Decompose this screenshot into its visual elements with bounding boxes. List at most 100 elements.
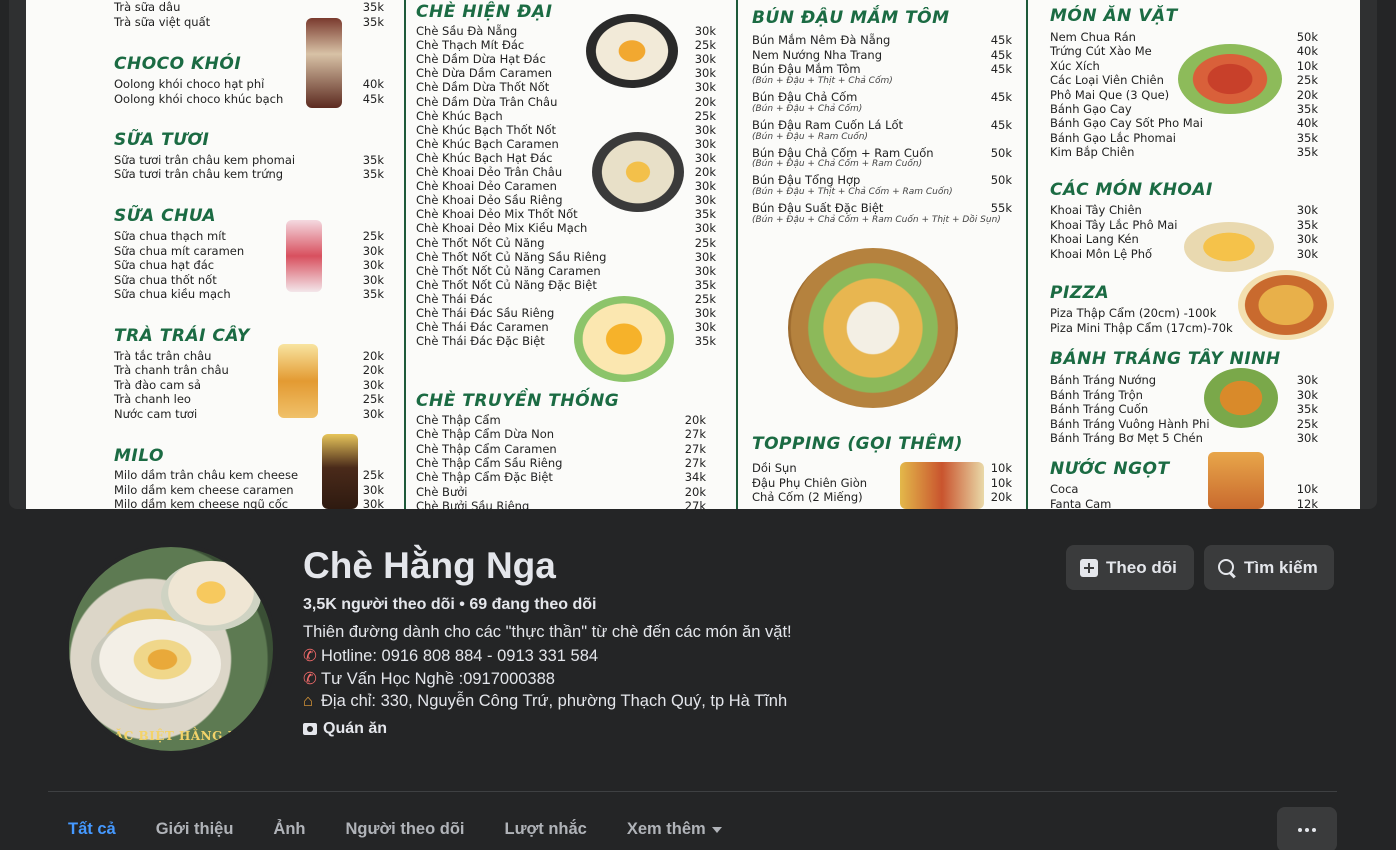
avatar-caption: ĐẶC BIỆT HẰNG NGA — [103, 729, 260, 743]
drink-photo — [322, 434, 358, 509]
page-title: Chè Hằng Nga — [303, 545, 556, 586]
section-title: SỮA TƯƠI — [114, 130, 210, 150]
menu-item: Chè Dầm Dừa Hạt Đác 30k — [416, 52, 716, 67]
menu-item: Chè Thập Cẩm Đặc Biệt 34k — [416, 470, 706, 485]
menu-item: Chè Thập Cẩm Sầu Riêng 27k — [416, 455, 706, 470]
menu-item: Sữa chua thạch mít 25k — [114, 229, 384, 243]
menu-item-note: (Bún + Đậu + Thịt + Chả Cốm + Ram Cuốn) — [752, 186, 953, 197]
menu-item: Bánh Gạo Lắc Phomai 35k — [1050, 130, 1318, 145]
menu-item: Sữa tươi trân châu kem phomai 35k — [114, 153, 384, 167]
section-title: BÁNH TRÁNG TÂY NINH — [1050, 349, 1281, 369]
menu-item: Phô Mai Que (3 Que) 20k — [1050, 87, 1318, 102]
menu-item: Bún Đậu Tổng Hợp 50k — [752, 173, 1012, 188]
section-title: BÚN ĐẬU MẮM TÔM — [752, 8, 950, 28]
chevron-down-icon — [711, 826, 722, 833]
menu-item: Chè Thái Đác Đặc Biệt 35k — [416, 334, 716, 349]
tab-label: Người theo dõi — [345, 820, 465, 838]
menu-item: Bún Mắm Nêm Đà Nẵng 45k — [752, 33, 1012, 47]
menu-item: Xúc Xích 10k — [1050, 58, 1318, 73]
menu-item: Bánh Tráng Bơ Mẹt 5 Chén 30k — [1050, 431, 1318, 446]
menu-item: Bánh Gạo Cay Sốt Pho Mai 40k — [1050, 116, 1318, 131]
menu-item: Trứng Cút Xào Me 40k — [1050, 44, 1318, 59]
dot-icon — [1305, 827, 1309, 832]
menu-item: Chè Thốt Nốt Củ Năng Sầu Riêng 30k — [416, 249, 716, 264]
page-category: Quán ăn — [303, 720, 387, 738]
menu-column-che: CHÈ HIỆN ĐẠI CHÈ TRUYỀN THỐNG Chè Sầu Đà… — [406, 0, 738, 509]
menu-item: Nem Nướng Nha Trang 45k — [752, 47, 1012, 62]
menu-item: Chả Cốm (2 Miếng) 20k — [752, 490, 1012, 504]
more-options-button[interactable] — [1277, 807, 1337, 850]
menu-item: Piza Thập Cẩm (20cm) -100k — [1050, 306, 1217, 320]
section-title: CÁC MÓN KHOAI — [1050, 180, 1213, 200]
phone-icon: ✆ — [303, 647, 317, 665]
address-text: Địa chỉ: 330, Nguyễn Công Trứ, phường Th… — [321, 692, 788, 710]
menu-item: Sữa tươi trân châu kem trứng 35k — [114, 167, 384, 181]
menu-item: Chè Sầu Đà Nẵng 30k — [416, 24, 716, 38]
menu-item: Bánh Tráng Cuốn 35k — [1050, 402, 1318, 417]
search-button[interactable]: Tìm kiếm — [1204, 545, 1334, 590]
tab-followers[interactable]: Người theo dõi — [326, 808, 485, 850]
drink-photo — [278, 344, 318, 418]
menu-item: Fanta Cam 12k — [1050, 496, 1318, 510]
menu-item-note: (Bún + Đậu + Chả Cốm + Ram Cuốn + Thịt +… — [752, 214, 1001, 225]
drink-photo — [306, 18, 342, 108]
tab-label: Ảnh — [273, 820, 306, 838]
tab-more[interactable]: Xem thêm — [607, 808, 742, 850]
menu-item: Chè Thập Cẩm 20k — [416, 413, 706, 427]
tab-photos[interactable]: Ảnh — [253, 808, 325, 850]
menu-item: Chè Thập Cẩm Dừa Non 27k — [416, 427, 706, 442]
menu-column-bun-dau: BÚN ĐẬU MẮM TÔM TOPPING (GỌI THÊM) Bún M… — [738, 0, 1028, 509]
menu-item: Chè Khoai Dẻo Mix Kiều Mạch 30k — [416, 221, 716, 236]
menu-item: Trà chanh trân châu 20k — [114, 363, 384, 377]
menu-item: Đậu Phụ Chiên Giòn 10k — [752, 475, 1012, 490]
hotline-text: Hotline: 0916 808 884 - 0913 331 584 — [321, 647, 599, 665]
menu-item: Khoai Môn Lệ Phố 30k — [1050, 247, 1318, 262]
tab-about[interactable]: Giới thiệu — [136, 808, 254, 850]
followers-count[interactable]: 3,5K người theo dõi • 69 đang theo dõi — [303, 596, 596, 614]
menu-item: Sữa chua mít caramen 30k — [114, 244, 384, 258]
menu-item: Bún Đậu Chả Cốm 45k — [752, 90, 1012, 105]
menu-item: Chè Dầm Dừa Thốt Nốt 30k — [416, 80, 716, 95]
menu-item: Chè Khúc Bạch Hạt Đác 30k — [416, 150, 716, 165]
menu-item: Chè Khoai Dẻo Trân Châu 20k — [416, 165, 716, 179]
menu-item: Piza Mini Thập Cẩm (17cm)-70k — [1050, 320, 1233, 335]
menu-item: Chè Dầm Dừa Trân Châu 20k — [416, 94, 716, 109]
menu-item: Bún Đậu Chả Cốm + Ram Cuốn 50k — [752, 145, 1012, 160]
menu-item: Trà sữa việt quất 35k — [114, 15, 384, 29]
tab-all[interactable]: Tất cả — [48, 808, 136, 850]
menu-item: Coca 10k — [1050, 482, 1318, 496]
menu-item: Chè Thập Cẩm Caramen 27k — [416, 441, 706, 456]
menu-item: Nem Chua Rán 50k — [1050, 30, 1318, 44]
menu-item: Nước cam tươi 30k — [114, 407, 384, 421]
menu-item: Sữa chua kiều mạch 35k — [114, 287, 384, 301]
category-label: Quán ăn — [323, 720, 388, 737]
menu-item: Oolong khói choco khúc bạch 45k — [114, 92, 384, 106]
menu-item: Dồi Sụn 10k — [752, 461, 1012, 475]
cover-photo[interactable]: Trà sữa dâu 35k Trà sữa việt quất 35k CHOC… — [9, 0, 1377, 509]
menu-item: Trà chanh leo 25k — [114, 392, 384, 406]
section-title: MÓN ĂN VẶT — [1050, 6, 1178, 26]
profile-avatar[interactable]: ĐẶC BIỆT HẰNG NGA — [65, 543, 277, 755]
dot-icon — [1312, 827, 1316, 832]
menu-board: Trà sữa dâu 35k Trà sữa việt quất 35k CHOC… — [26, 0, 1360, 509]
tab-label: Tất cả — [68, 820, 116, 838]
menu-item: Trà sữa dâu 35k — [114, 0, 384, 14]
menu-item: Sữa chua thốt nốt 30k — [114, 273, 384, 287]
menu-column-snacks: MÓN ĂN VẶT CÁC MÓN KHOAI PIZZA BÁNH TRÁN… — [1028, 0, 1360, 509]
section-title: PIZZA — [1050, 283, 1110, 303]
menu-item: Chè Bưởi Sầu Riêng 27k — [416, 498, 706, 509]
advice-line: ✆ Tư Vấn Học Nghề :0917000388 — [303, 669, 555, 689]
hotline-line: ✆ Hotline: 0916 808 884 - 0913 331 584 — [303, 646, 598, 666]
menu-item-note: (Bún + Đậu + Thịt + Chả Cốm) — [752, 76, 893, 87]
menu-item: Khoai Tây Chiên 30k — [1050, 203, 1318, 217]
tab-mentions[interactable]: Lượt nhắc — [485, 808, 607, 850]
tab-label: Giới thiệu — [155, 820, 234, 838]
bun-dau-photo — [788, 248, 958, 408]
menu-item: Chè Thốt Nốt Củ Năng 25k — [416, 235, 716, 250]
follow-button[interactable]: Theo dõi — [1066, 545, 1194, 590]
menu-item: Kim Bắp Chiên 35k — [1050, 145, 1318, 160]
menu-item: Chè Dừa Dầm Caramen 30k — [416, 66, 716, 81]
follow-label: Theo dõi — [1106, 557, 1177, 577]
follow-icon — [1080, 558, 1098, 577]
menu-item: Chè Thái Đác 25k — [416, 291, 716, 306]
